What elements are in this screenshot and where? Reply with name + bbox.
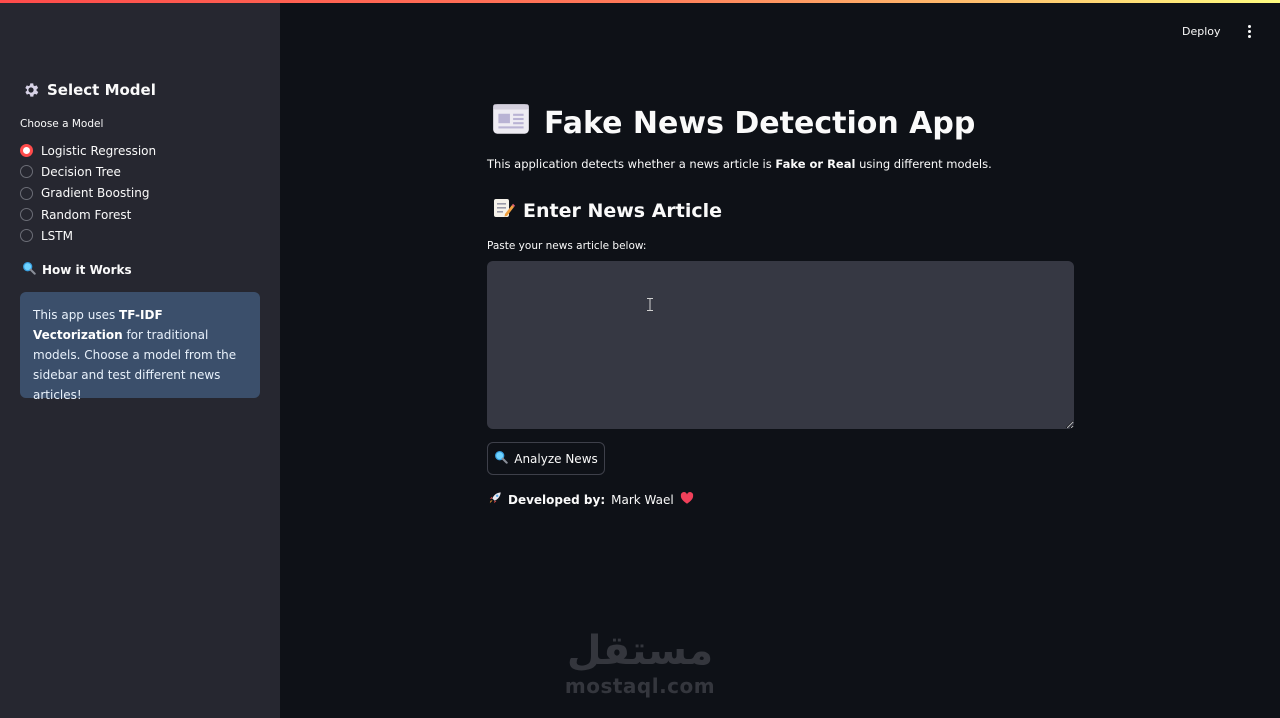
radio-option-gradient-boosting[interactable]: Gradient Boosting [20, 183, 156, 204]
deploy-button[interactable]: Deploy [1182, 22, 1221, 40]
top-decoration-bar [0, 0, 1280, 3]
magnifier-icon [22, 261, 36, 278]
memo-icon [491, 196, 515, 225]
textarea-label: Paste your news article below: [487, 240, 647, 252]
how-it-works-text: How it Works [42, 262, 132, 277]
radio-button-checked[interactable] [20, 144, 33, 158]
page-title-text: Fake News Detection App [544, 105, 976, 141]
watermark-latin: mostaql.com [564, 674, 716, 698]
radio-option-label: Decision Tree [41, 164, 121, 179]
radio-option-logistic-regression[interactable]: Logistic Regression [20, 140, 156, 161]
analyze-news-button[interactable]: Analyze News [487, 442, 605, 475]
magnifier-icon [494, 450, 508, 467]
radio-option-label: LSTM [41, 228, 73, 243]
developer-label: Developed by: [508, 492, 606, 507]
sidebar: Select Model Choose a Model Logistic Reg… [0, 0, 280, 718]
description-bold: Fake or Real [775, 157, 856, 171]
sidebar-heading: Select Model [22, 81, 156, 99]
watermark-arabic: مستقل [566, 628, 714, 674]
radio-option-random-forest[interactable]: Random Forest [20, 204, 156, 225]
model-radio-group: Logistic Regression Decision Tree Gradie… [20, 140, 156, 246]
analyze-button-label: Analyze News [514, 451, 598, 466]
section-heading: Enter News Article [491, 196, 722, 225]
gear-icon [22, 81, 40, 99]
app-description: This application detects whether a news … [487, 157, 992, 171]
radio-button[interactable] [20, 186, 33, 200]
radio-option-label: Logistic Regression [41, 143, 157, 158]
radio-option-lstm[interactable]: LSTM [20, 225, 156, 246]
sidebar-heading-text: Select Model [47, 81, 156, 99]
radio-option-label: Gradient Boosting [41, 186, 150, 201]
developer-credit: Developed by: Mark Wael [488, 491, 694, 508]
description-prefix: This application detects whether a news … [487, 157, 776, 171]
heart-icon [680, 491, 694, 508]
model-radio-label: Choose a Model [20, 118, 104, 130]
radio-button[interactable] [20, 165, 33, 179]
more-vertical-icon[interactable] [1241, 22, 1257, 40]
radio-button[interactable] [20, 208, 33, 222]
page-title: Fake News Detection App [490, 98, 975, 148]
radio-option-label: Random Forest [41, 207, 132, 222]
watermark-logo: مستقل mostaql.com [555, 628, 725, 708]
description-suffix: using different models. [855, 157, 992, 171]
info-box: This app uses TF-IDF Vectorization for t… [20, 292, 260, 402]
news-article-textarea[interactable] [487, 261, 1074, 429]
developer-name: Mark Wael [611, 492, 674, 507]
how-it-works-heading: How it Works [22, 261, 132, 278]
info-text-prefix: This app uses [33, 308, 120, 322]
newspaper-icon [490, 98, 532, 148]
radio-button[interactable] [20, 229, 33, 243]
radio-option-decision-tree[interactable]: Decision Tree [20, 161, 156, 182]
section-heading-text: Enter News Article [523, 199, 723, 222]
rocket-icon [488, 491, 502, 508]
